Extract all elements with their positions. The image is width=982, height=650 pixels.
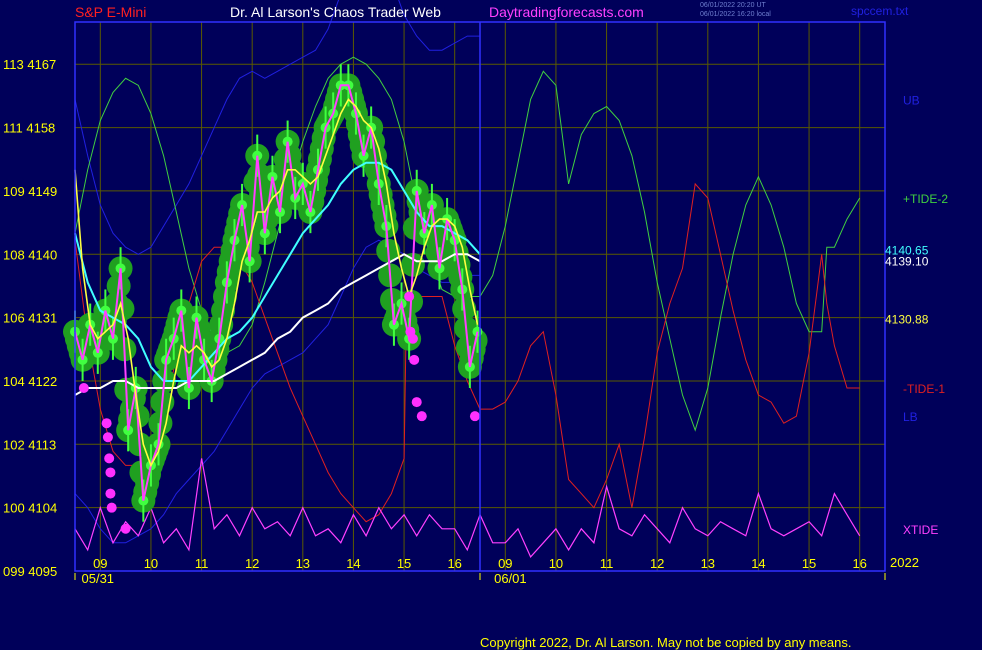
timestamp-ut: 06/01/2022 20:20 UT — [700, 2, 766, 9]
copyright-notice: Copyright 2022, Dr. Al Larson. May not b… — [480, 635, 852, 650]
signal-point — [106, 502, 117, 513]
signal-point — [102, 432, 113, 443]
signal-point — [469, 411, 480, 422]
x-tick-label: 13 — [701, 556, 715, 571]
series-label: +TIDE-2 — [903, 192, 948, 206]
x-tick-label: 09 — [93, 556, 107, 571]
y-axis: 099 4095 100 4104 102 4113 104 4122 106 4131… — [3, 57, 57, 579]
signal-point — [101, 418, 112, 429]
x-tick-label: 10 — [144, 556, 158, 571]
data-file-name: spccem.txt — [851, 4, 909, 18]
x-tick-label: 15 — [802, 556, 816, 571]
x-tick-label: 10 — [549, 556, 563, 571]
y-tick-label: 106 4131 — [3, 311, 57, 326]
year-label: 2022 — [890, 555, 919, 570]
signal-point — [404, 291, 415, 302]
y-tick-label: 108 4140 — [3, 247, 57, 262]
signal-point — [105, 488, 116, 499]
signal-point — [407, 333, 418, 344]
signal-point — [411, 397, 422, 408]
x-tick-label: 16 — [852, 556, 866, 571]
price-label: 4130.88 — [885, 312, 929, 326]
y-tick-label: 113 4167 — [3, 57, 56, 72]
price-labels: 4140.654139.104130.88 — [885, 244, 929, 327]
y-tick-label: 104 4122 — [3, 374, 57, 389]
signal-point — [409, 354, 420, 365]
y-tick-label: 100 4104 — [3, 501, 57, 516]
x-tick-label: 11 — [600, 556, 614, 571]
site-title: Dr. Al Larson's Chaos Trader Web — [230, 4, 441, 20]
y-tick-label: 111 4158 — [3, 121, 55, 136]
x-tick-label: 11 — [195, 556, 209, 571]
signal-point — [105, 467, 116, 478]
series-label: UB — [903, 93, 920, 107]
symbol-title: S&P E-Mini — [75, 4, 147, 20]
x-tick-label: 14 — [751, 556, 765, 571]
x-tick-label: 09 — [498, 556, 512, 571]
signal-point — [104, 453, 115, 464]
x-tick-label: 14 — [346, 556, 360, 571]
signal-point — [78, 383, 89, 393]
y-tick-label: 109 4149 — [3, 184, 57, 199]
signal-point — [416, 411, 427, 422]
series-label: -TIDE-1 — [903, 382, 945, 396]
price-label: 4139.10 — [885, 255, 929, 269]
series-label: LB — [903, 410, 918, 424]
date-label: 06/01 — [494, 571, 527, 586]
date-label: 05/31 — [82, 571, 115, 586]
x-tick-label: 16 — [447, 556, 461, 571]
timestamp-local: 06/01/2022 16:20 local — [700, 11, 771, 18]
x-tick-label: 13 — [296, 556, 310, 571]
x-tick-label: 12 — [245, 556, 259, 571]
site-url[interactable]: Daytradingforecasts.com — [489, 4, 644, 20]
x-tick-label: 12 — [650, 556, 664, 571]
series-label: XTIDE — [903, 523, 938, 537]
signal-point — [120, 523, 131, 534]
y-tick-label: 099 4095 — [3, 564, 57, 579]
x-tick-label: 15 — [397, 556, 411, 571]
price-chart: 099 4095 100 4104 102 4113 104 4122 106 4131… — [3, 0, 948, 586]
y-tick-label: 102 4113 — [3, 437, 56, 452]
